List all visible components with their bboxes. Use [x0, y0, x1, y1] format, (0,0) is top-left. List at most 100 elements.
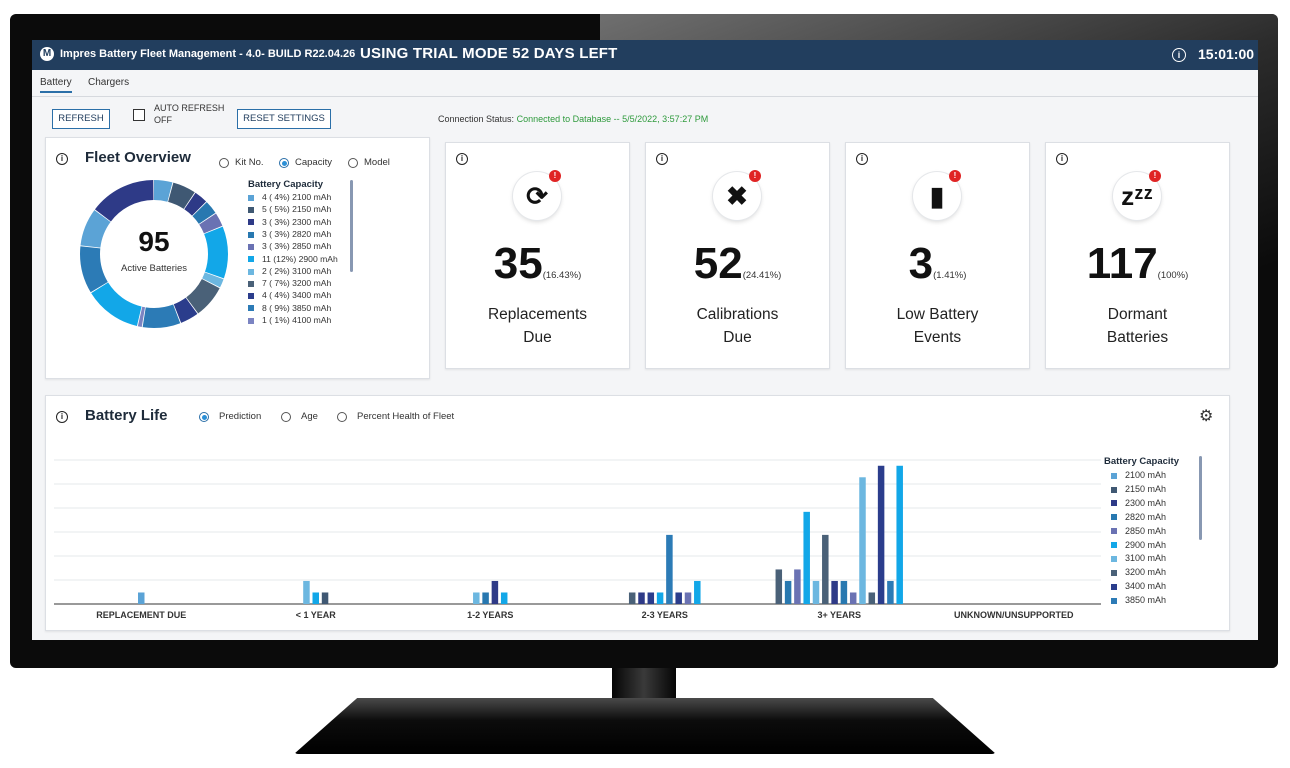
legend-swatch — [248, 219, 254, 226]
stat-card[interactable]: i zᶻᶻ! 117(100%) Dormant Batteries — [1045, 142, 1230, 369]
capacity-radio[interactable] — [279, 158, 289, 168]
legend-item[interactable]: 2900 mAh — [1111, 540, 1166, 550]
legend-item[interactable]: 7 ( 7%) 3200 mAh — [248, 278, 331, 288]
legend-item[interactable]: 3850 mAh — [1111, 595, 1166, 605]
monitor-stand — [294, 698, 996, 754]
capacity-donut-chart: 95 Active Batteries — [76, 176, 232, 332]
legend-label: 11 (12%) 2900 mAh — [262, 253, 338, 264]
bar[interactable] — [684, 592, 692, 604]
legend-item[interactable]: 3 ( 3%) 2850 mAh — [248, 241, 331, 251]
legend-label: 2100 mAh — [1125, 470, 1167, 480]
legend-label: 4 ( 4%) 3400 mAh — [262, 290, 332, 301]
info-icon[interactable]: i — [856, 153, 868, 165]
bar[interactable] — [896, 465, 903, 604]
legend-item[interactable]: 5 ( 5%) 2150 mAh — [248, 204, 331, 214]
model-radio[interactable] — [348, 158, 358, 168]
bar[interactable] — [877, 465, 885, 604]
bar[interactable] — [859, 477, 866, 604]
kit-no-radio[interactable] — [219, 158, 229, 168]
legend-item[interactable]: 3400 mAh — [1111, 581, 1166, 591]
legend-item[interactable]: 3 ( 3%) 2820 mAh — [248, 229, 331, 239]
connection-status: Connection Status: Connected to Database… — [438, 114, 708, 124]
legend-scrollbar[interactable] — [350, 180, 353, 272]
legend-item[interactable]: 3200 mAh — [1111, 567, 1166, 577]
bar[interactable] — [822, 534, 829, 604]
legend-item[interactable]: 2850 mAh — [1111, 526, 1166, 536]
legend-item[interactable]: 3100 mAh — [1111, 553, 1166, 563]
legend-item[interactable]: 1 ( 1%) 4100 mAh — [248, 315, 331, 325]
bar[interactable] — [482, 592, 489, 604]
bar[interactable] — [675, 592, 682, 604]
legend-item[interactable]: 2300 mAh — [1111, 498, 1166, 508]
tab-bar: Battery Chargers — [32, 70, 1258, 97]
bar[interactable] — [638, 592, 645, 604]
bar[interactable] — [887, 580, 894, 604]
legend-label: 2900 mAh — [1125, 539, 1167, 550]
legend-label: 3 ( 3%) 2820 mAh — [262, 228, 332, 239]
bar[interactable] — [784, 580, 792, 604]
tab-chargers[interactable]: Chargers — [88, 77, 129, 88]
bar[interactable] — [628, 592, 636, 604]
title-bar: M Impres Battery Fleet Management - 4.0-… — [32, 40, 1258, 70]
auto-refresh-checkbox[interactable] — [133, 109, 145, 121]
reset-settings-button[interactable]: RESET SETTINGS — [237, 109, 331, 129]
bar[interactable] — [473, 592, 480, 604]
bar[interactable] — [694, 580, 701, 604]
stat-percent: (16.43%) — [542, 270, 582, 281]
legend-swatch — [248, 194, 254, 201]
auto-refresh-label: AUTO REFRESH OFF — [154, 102, 224, 126]
tab-battery[interactable]: Battery — [40, 77, 72, 93]
legend-item[interactable]: 4 ( 4%) 3400 mAh — [248, 290, 331, 300]
info-icon[interactable]: i — [456, 153, 468, 165]
legend-label: 1 ( 1%) 4100 mAh — [262, 315, 332, 325]
stat-percent: (24.41%) — [742, 270, 782, 281]
auto-refresh-text: AUTO REFRESH — [154, 103, 225, 113]
bar[interactable] — [840, 580, 848, 604]
bar[interactable] — [666, 534, 673, 604]
legend-swatch — [1111, 514, 1117, 521]
legend-item[interactable]: 2 ( 2%) 3100 mAh — [248, 266, 331, 276]
bar[interactable] — [491, 580, 499, 604]
bar[interactable] — [794, 569, 801, 604]
bar[interactable] — [775, 569, 783, 604]
info-icon[interactable]: i — [1172, 48, 1186, 62]
bar[interactable] — [868, 592, 876, 604]
bar[interactable] — [500, 592, 508, 604]
bar[interactable] — [812, 580, 820, 604]
bar[interactable] — [831, 580, 838, 604]
clock: 15:01:00 — [1198, 46, 1255, 62]
bar[interactable] — [656, 592, 664, 604]
gear-icon[interactable]: ⚙ — [1199, 406, 1213, 426]
legend-item[interactable]: 2820 mAh — [1111, 512, 1166, 522]
alert-icon: ! — [949, 170, 961, 182]
battery-life-bar-chart: REPLACEMENT DUE < 1 YEAR 1-2 YEARS 2-3 YEAR… — [54, 459, 1101, 620]
info-icon[interactable]: i — [656, 153, 668, 165]
refresh-button[interactable]: REFRESH — [52, 109, 110, 129]
legend-scrollbar[interactable] — [1199, 456, 1202, 540]
legend-item[interactable]: 8 ( 9%) 3850 mAh — [248, 303, 331, 313]
bar[interactable] — [803, 511, 810, 604]
stat-card[interactable]: i ▮! 3(1.41%) Low Battery Events — [845, 142, 1030, 369]
legend-item[interactable]: 11 (12%) 2900 mAh — [248, 254, 338, 264]
app-screen: M Impres Battery Fleet Management - 4.0-… — [32, 40, 1258, 640]
x-category-label: 2-3 YEARS — [642, 610, 688, 620]
legend-item[interactable]: 2150 mAh — [1111, 484, 1166, 494]
legend-item[interactable]: 3 ( 3%) 2300 mAh — [248, 217, 331, 227]
bar[interactable] — [312, 592, 320, 604]
legend-label: 2150 mAh — [1125, 483, 1167, 494]
legend-item[interactable]: 4 ( 4%) 2100 mAh — [248, 192, 331, 202]
info-icon[interactable]: i — [56, 153, 68, 165]
bar[interactable] — [849, 592, 857, 604]
x-category-label: 3+ YEARS — [817, 610, 861, 620]
stat-card[interactable]: i ⟳! 35(16.43%) Replacements Due — [445, 142, 630, 369]
stat-number: 52 — [693, 239, 743, 288]
bar[interactable] — [647, 592, 655, 604]
bar[interactable] — [138, 592, 145, 604]
bar[interactable] — [303, 580, 310, 604]
bar[interactable] — [321, 592, 329, 604]
legend-item[interactable]: 2100 mAh — [1111, 470, 1166, 480]
stat-card[interactable]: i ✖! 52(24.41%) Calibrations Due — [645, 142, 830, 369]
info-icon[interactable]: i — [1056, 153, 1068, 165]
legend-swatch — [248, 268, 254, 275]
stat-number: 3 — [908, 239, 934, 288]
